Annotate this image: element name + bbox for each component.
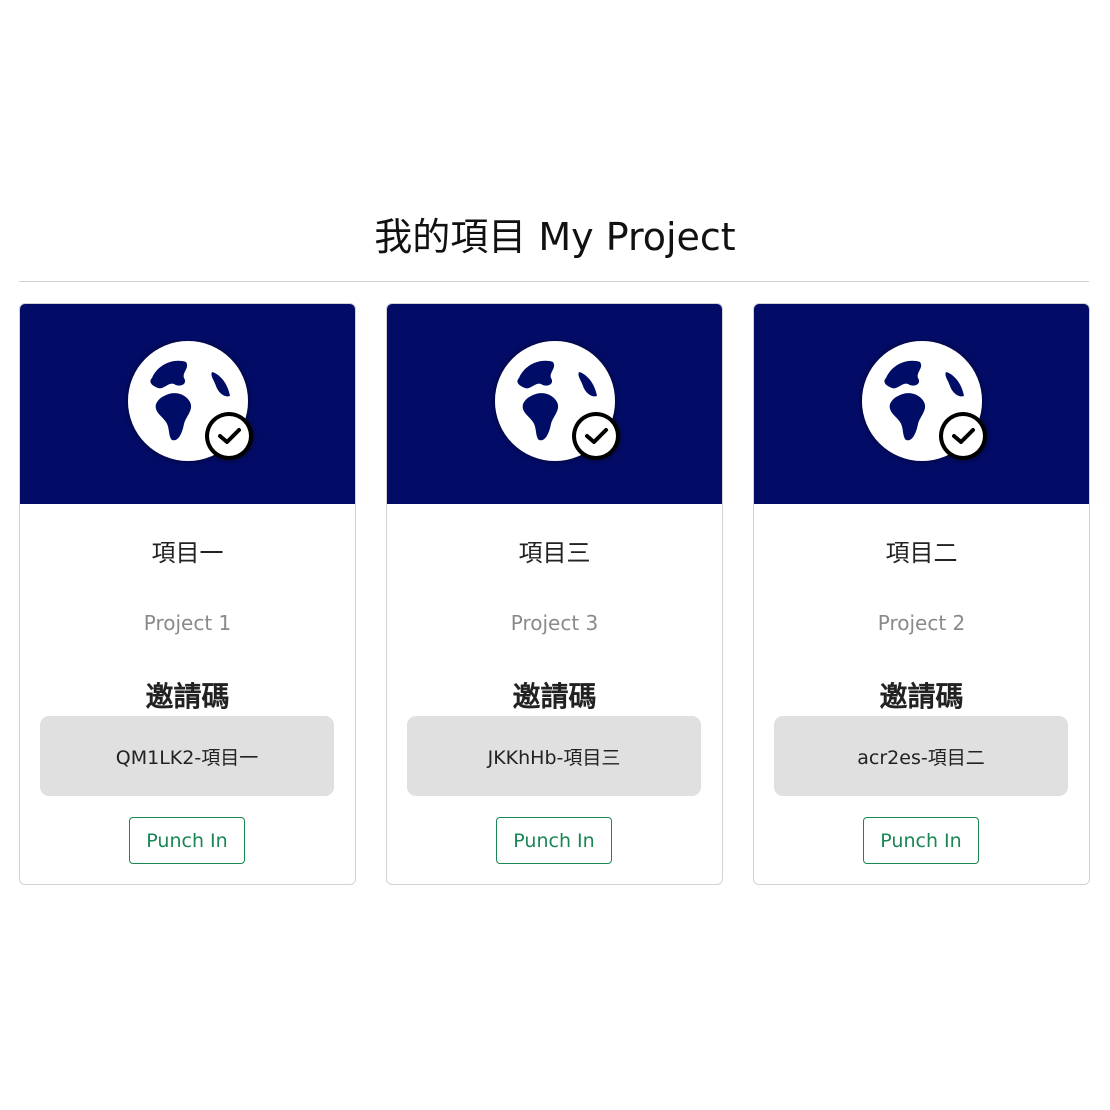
invite-code-box: acr2es-項目二: [774, 716, 1068, 796]
invite-code-label: 邀請碼: [879, 680, 964, 713]
globe-check-icon: [858, 340, 994, 470]
project-name-zh: 項目二: [885, 539, 958, 567]
project-banner: [754, 304, 1089, 504]
invite-code-box: QM1LK2-項目一: [40, 716, 334, 796]
project-name-zh: 項目三: [518, 539, 591, 567]
project-card-list: 項目一 Project 1 邀請碼 QM1LK2-項目一 Punch In 項目…: [19, 303, 1090, 885]
globe-check-icon: [124, 340, 260, 470]
project-name-en: Project 3: [510, 611, 599, 635]
project-name-zh: 項目一: [151, 539, 224, 567]
project-card: 項目二 Project 2 邀請碼 acr2es-項目二 Punch In: [753, 303, 1090, 885]
punch-in-button[interactable]: Punch In: [496, 817, 612, 864]
project-name-en: Project 1: [143, 611, 232, 635]
project-banner: [20, 304, 355, 504]
globe-check-icon: [491, 340, 627, 470]
project-card: 項目一 Project 1 邀請碼 QM1LK2-項目一 Punch In: [19, 303, 356, 885]
project-card: 項目三 Project 3 邀請碼 JKKhHb-項目三 Punch In: [386, 303, 723, 885]
punch-in-button[interactable]: Punch In: [863, 817, 979, 864]
punch-in-button[interactable]: Punch In: [129, 817, 245, 864]
invite-code-label: 邀請碼: [145, 680, 230, 713]
page-title: 我的項目 My Project: [374, 215, 736, 259]
invite-code-label: 邀請碼: [512, 680, 597, 713]
project-name-en: Project 2: [877, 611, 966, 635]
project-banner: [387, 304, 722, 504]
invite-code-box: JKKhHb-項目三: [407, 716, 701, 796]
title-divider: [19, 281, 1089, 282]
